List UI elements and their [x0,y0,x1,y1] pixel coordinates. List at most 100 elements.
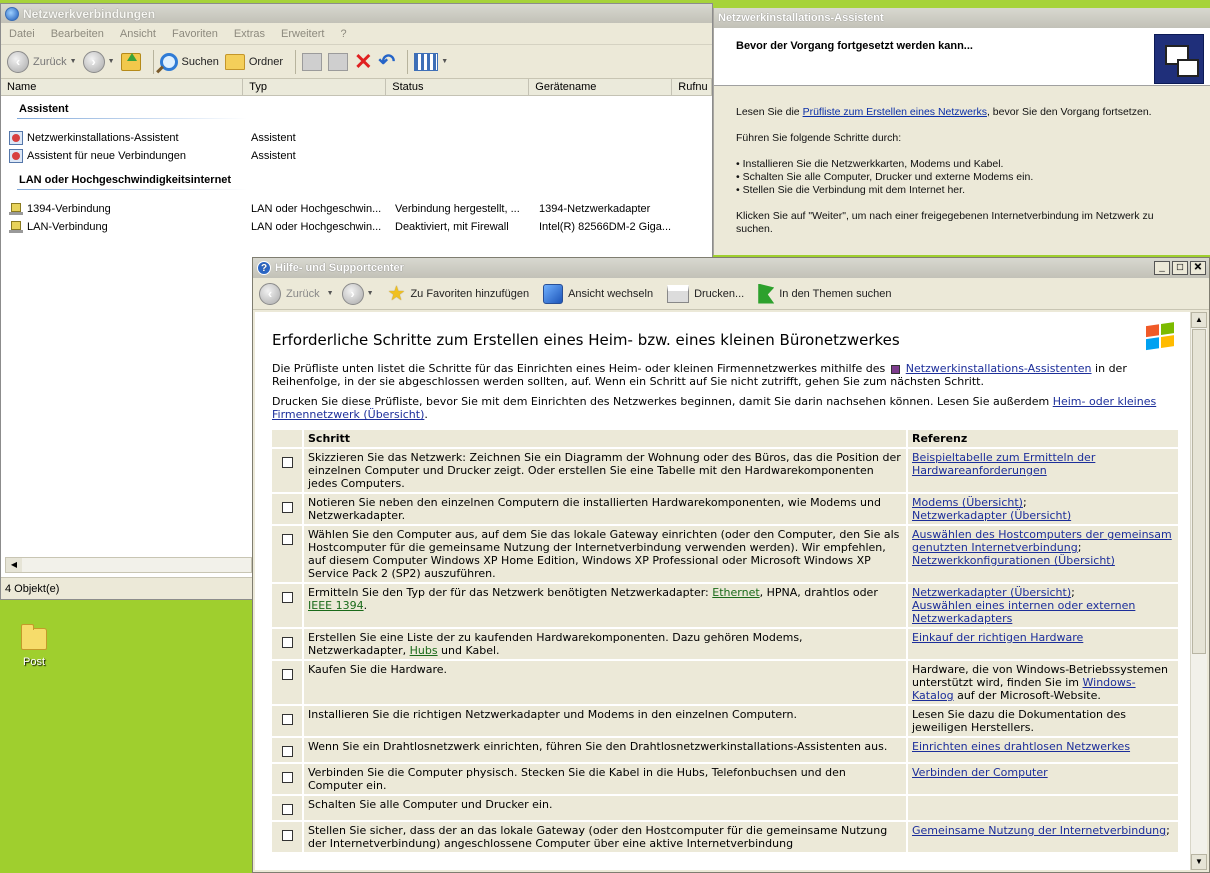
step-checkbox[interactable] [281,457,293,468]
help-title: Hilfe- und Supportcenter [275,262,404,274]
column-status[interactable]: Status [386,79,530,95]
views-button[interactable]: ▼ [414,52,448,71]
scroll-up-icon[interactable]: ▲ [1191,312,1207,328]
glossary-link[interactable]: Ethernet [712,586,759,599]
find-in-topics-button[interactable]: In den Themen suchen [779,288,891,300]
scroll-thumb[interactable] [1192,329,1206,654]
delete-button[interactable]: ✕ [354,50,372,73]
step-checkbox[interactable] [281,534,293,545]
item-name: Assistent für neue Verbindungen [27,150,187,162]
menu-favoriten[interactable]: Favoriten [172,28,218,40]
glossary-link[interactable]: IEEE 1394 [308,599,364,612]
step-checkbox[interactable] [281,714,293,725]
back-arrow-icon[interactable]: ‹ [259,282,281,305]
vertical-scrollbar[interactable]: ▲ ▼ [1190,312,1207,870]
step-text: Schalten Sie alle Computer und Drucker e… [308,798,553,811]
help-support-window[interactable]: ? Hilfe- und Supportcenter _ □ ✕ ‹ Zurüc… [252,257,1210,873]
folders-button[interactable]: Ordner [224,53,283,70]
forward-button[interactable]: › ▼ [82,50,115,73]
help-titlebar[interactable]: ? Hilfe- und Supportcenter _ □ ✕ [253,258,1209,278]
maximize-button[interactable]: □ [1172,261,1188,275]
step-checkbox[interactable] [281,746,293,757]
external-link-icon [890,364,900,374]
up-folder-button[interactable] [120,52,141,71]
page-title: Erforderliche Schritte zum Erstellen ein… [272,331,900,349]
reference-link[interactable]: Beispieltabelle zum Ermitteln der Hardwa… [912,451,1095,477]
menu-ansicht[interactable]: Ansicht [120,28,156,40]
network-setup-wizard-window[interactable]: Netzwerkinstallations-Assistent Bevor de… [713,8,1210,255]
step-checkbox[interactable] [281,592,293,603]
table-row: Skizzieren Sie das Netzwerk: Zeichnen Si… [272,449,1178,492]
menu-bearbeiten[interactable]: Bearbeiten [51,28,104,40]
group-divider [17,189,247,190]
menu-help[interactable]: ? [340,28,346,40]
checkbox-cell [272,706,302,736]
reference-link[interactable]: Netzwerkadapter (Übersicht) [912,586,1071,599]
minimize-button[interactable]: _ [1154,261,1170,275]
move-to-button[interactable] [302,52,323,71]
reference-link[interactable]: Gemeinsame Nutzung der Internetverbindun… [912,824,1166,837]
list-item[interactable]: Netzwerkinstallations-Assistent Assisten… [1,129,712,147]
wizard-link[interactable]: Netzwerkinstallations-Assistenten [906,362,1092,375]
reference-link[interactable]: Einrichten eines drahtlosen Netzwerkes [912,740,1130,753]
add-favorite-star-icon[interactable]: ★ [388,281,406,306]
step-checkbox[interactable] [281,669,293,680]
copy-to-button[interactable] [328,52,349,71]
reference-link[interactable]: Einkauf der richtigen Hardware [912,631,1083,644]
chevron-down-icon[interactable]: ▼ [108,58,115,65]
back-label[interactable]: Zurück [286,288,320,300]
scroll-left-icon[interactable]: ◀ [6,558,22,572]
reference-link[interactable]: Auswählen des Hostcomputers der gemeinsa… [912,528,1172,554]
back-button[interactable]: ‹ Zurück ▼ [7,50,77,73]
reference-cell: Beispieltabelle zum Ermitteln der Hardwa… [908,449,1178,492]
wizard-body: Lesen Sie die Prüfliste zum Erstellen ei… [714,86,1210,236]
switch-view-icon[interactable] [543,283,564,304]
list-item[interactable]: Assistent für neue Verbindungen Assisten… [1,147,712,165]
column-device[interactable]: Gerätename [529,79,673,95]
reference-cell: Auswählen des Hostcomputers der gemeinsa… [908,526,1178,582]
step-checkbox[interactable] [281,772,293,783]
step-checkbox[interactable] [281,830,293,841]
scroll-down-icon[interactable]: ▼ [1191,854,1207,870]
list-item[interactable]: LAN-Verbindung LAN oder Hochgeschwin... … [1,218,712,236]
list-item[interactable]: 1394-Verbindung LAN oder Hochgeschwin...… [1,200,712,218]
find-topics-icon[interactable] [758,283,775,304]
horizontal-scrollbar[interactable]: ◀ [5,557,252,573]
reference-link[interactable]: Auswählen eines internen oder externen N… [912,599,1135,625]
reference-cell: Netzwerkadapter (Übersicht); Auswählen ei… [908,584,1178,627]
step-checkbox[interactable] [281,637,293,648]
undo-button[interactable]: ↶ [379,49,396,74]
checklist-link[interactable]: Prüfliste zum Erstellen eines Netzwerks [803,106,987,118]
print-button[interactable]: Drucken... [694,288,744,300]
group-title-lan: LAN oder Hochgeschwindigkeitsinternet [19,174,232,186]
column-phone[interactable]: Rufnu [672,79,712,95]
checkbox-cell [272,764,302,794]
menu-datei[interactable]: Datei [9,28,35,40]
wizard-titlebar[interactable]: Netzwerkinstallations-Assistent [714,8,1210,28]
menu-extras[interactable]: Extras [234,28,265,40]
step-text: Kaufen Sie die Hardware. [308,663,448,676]
add-to-favorites-button[interactable]: Zu Favoriten hinzufügen [410,288,529,300]
close-button[interactable]: ✕ [1190,261,1206,275]
explorer-titlebar[interactable]: Netzwerkverbindungen [1,4,712,23]
glossary-link[interactable]: Hubs [410,644,438,657]
chevron-down-icon[interactable]: ▼ [327,290,334,297]
column-name[interactable]: Name [1,79,244,95]
menu-erweitert[interactable]: Erweitert [281,28,324,40]
forward-arrow-icon[interactable]: › [341,282,364,305]
reference-link[interactable]: Netzwerkadapter (Übersicht) [912,509,1071,522]
chevron-down-icon[interactable]: ▼ [367,290,374,297]
search-button[interactable]: Suchen [159,52,219,71]
reference-link[interactable]: Modems (Übersicht) [912,496,1023,509]
step-checkbox[interactable] [281,804,293,815]
wizard-header: Bevor der Vorgang fortgesetzt werden kan… [714,28,1210,86]
chevron-down-icon[interactable]: ▼ [441,58,448,65]
reference-link[interactable]: Verbinden der Computer [912,766,1048,779]
chevron-down-icon[interactable]: ▼ [70,58,77,65]
reference-link[interactable]: Netzwerkkonfigurationen (Übersicht) [912,554,1115,567]
switch-view-button[interactable]: Ansicht wechseln [568,288,653,300]
desktop-icon-post[interactable]: Post [14,624,54,668]
printer-icon[interactable] [667,284,690,303]
column-type[interactable]: Typ [243,79,387,95]
step-checkbox[interactable] [281,502,293,513]
